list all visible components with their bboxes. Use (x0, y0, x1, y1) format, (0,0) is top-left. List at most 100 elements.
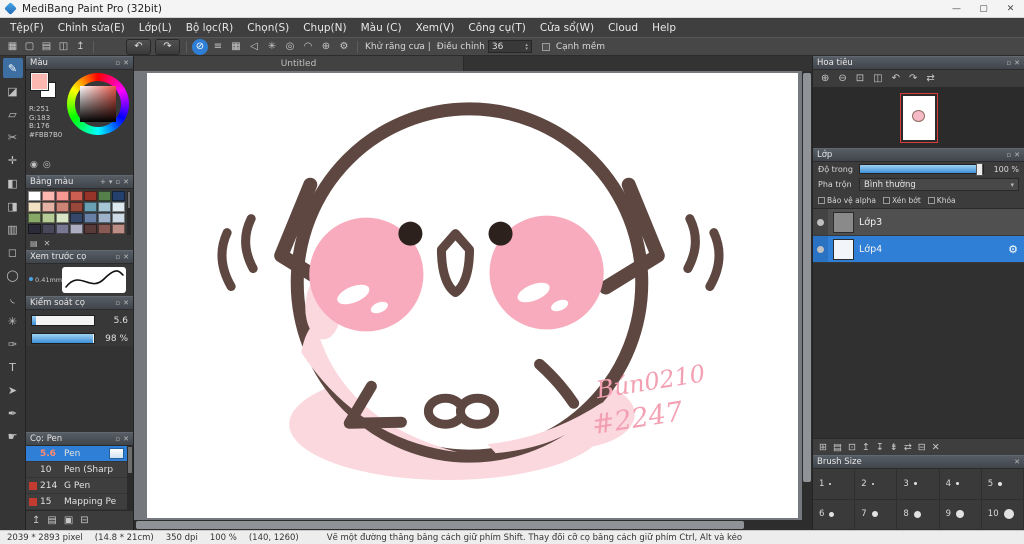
brush-item[interactable]: 5.6 Pen (26, 446, 127, 462)
layer-opacity-slider[interactable] (859, 163, 984, 176)
palette-swatch[interactable] (84, 213, 97, 223)
panel-close-icon2[interactable]: ✕ (123, 253, 129, 261)
panel-close-icon6[interactable]: ✕ (1014, 151, 1020, 159)
layer-option-checkbox[interactable]: Xén bớt (882, 196, 921, 205)
delete-layer-icon[interactable]: ✕ (932, 442, 940, 453)
layer-visibility-toggle[interactable] (813, 209, 828, 235)
duplicate-layer-icon[interactable]: ⊡ (848, 442, 856, 453)
gradient-tool[interactable]: ▥ (3, 219, 23, 239)
layer-visibility-toggle[interactable] (813, 236, 828, 262)
canvas-page[interactable]: Bún0210 #2247 (147, 73, 798, 518)
add-brush-icon[interactable]: ▤ (47, 515, 56, 526)
fill-rect-tool[interactable]: ◧ (3, 173, 23, 193)
panel-collapse-icon5[interactable]: ▫ (1006, 59, 1011, 67)
brush-list-scrollbar[interactable] (127, 446, 133, 510)
brush-item[interactable]: 15 Mapping Pe (26, 494, 127, 510)
layer-option-checkbox[interactable]: Khóa (927, 196, 956, 205)
brush-size-preset[interactable]: 3 (897, 469, 940, 500)
palette-scrollbar[interactable] (127, 191, 131, 235)
eraser-tool[interactable]: ◪ (3, 81, 23, 101)
snap-radial-icon[interactable]: ✳ (264, 39, 280, 55)
palette-swatch[interactable] (112, 202, 125, 212)
magic-wand-tool[interactable]: ✳ (3, 311, 23, 331)
text-tool[interactable]: T (3, 357, 23, 377)
brush-tool[interactable]: ✎ (2, 58, 23, 78)
spinner-icon[interactable]: ▴ ▾ (525, 42, 528, 51)
navigator-preview[interactable] (813, 87, 1024, 148)
brush-size-preset[interactable]: 1 (813, 469, 856, 500)
brush-folder-icon[interactable]: ▣ (64, 515, 73, 526)
palette-swatch[interactable] (98, 202, 111, 212)
palette-swatch[interactable] (42, 213, 55, 223)
panel-collapse-icon6[interactable]: ▫ (1006, 151, 1011, 159)
palette-swatch[interactable] (28, 213, 41, 223)
palette-swatch[interactable] (98, 213, 111, 223)
brush-size-preset[interactable]: 9 (939, 499, 982, 530)
canvas-tab[interactable]: Untitled (134, 56, 464, 71)
snap-circle-icon[interactable]: ◎ (282, 39, 298, 55)
saturation-value-square[interactable] (80, 86, 116, 122)
palette-swatch[interactable] (56, 202, 69, 212)
brush-opacity-slider[interactable] (31, 333, 95, 344)
menu-item[interactable]: Chọn(S) (240, 18, 296, 37)
lasso-tool[interactable]: ◟ (3, 288, 23, 308)
brush-size-slider[interactable] (31, 315, 95, 326)
eyedropper-tool[interactable]: ✒ (3, 403, 23, 423)
snap-curve-icon[interactable]: ◠ (300, 39, 316, 55)
flip-horizontal-icon[interactable]: ⇄ (926, 73, 934, 84)
panel-close-icon5[interactable]: ✕ (1014, 59, 1020, 67)
color-mode-hsv-icon[interactable]: ◎ (43, 160, 51, 170)
panel-close-icon7[interactable]: ✕ (1014, 458, 1020, 466)
panel-collapse-icon2[interactable]: ▫ (115, 253, 120, 261)
canvas-horizontal-scrollbar[interactable] (134, 520, 802, 530)
panel-close-icon[interactable]: ✕ (123, 59, 129, 67)
add-layer-icon[interactable]: ⊞ (819, 442, 827, 453)
menu-item[interactable]: Cửa sổ(W) (533, 18, 601, 37)
clear-layer-icon[interactable]: ⊟ (918, 442, 926, 453)
grid-view-icon[interactable]: ▦ (4, 39, 21, 54)
panel-close-icon4[interactable]: ✕ (123, 435, 129, 443)
brush-size-preset[interactable]: 7 (855, 499, 898, 530)
color-mode-rgb-icon[interactable]: ◉ (30, 160, 38, 170)
rotate-left-icon[interactable]: ↶ (892, 73, 900, 84)
brush-size-preset[interactable]: 2 (855, 469, 898, 500)
palette-swatch[interactable] (98, 191, 111, 201)
zoom-in-icon[interactable]: ⊕ (821, 73, 829, 84)
panel-close-icon3[interactable]: ✕ (123, 299, 129, 307)
menu-item[interactable]: Màu (C) (354, 18, 409, 37)
palette-swatch[interactable] (70, 224, 83, 234)
smudge-tool[interactable]: ▱ (3, 104, 23, 124)
menu-item[interactable]: Công cụ(T) (461, 18, 532, 37)
blend-mode-select[interactable]: Bình thường ▾ (859, 178, 1019, 191)
close-button[interactable]: ✕ (997, 0, 1024, 17)
panel-collapse-icon3[interactable]: ▫ (115, 299, 120, 307)
palette-swatch[interactable] (28, 202, 41, 212)
undo-button[interactable]: ↶ (126, 38, 151, 55)
palette-menu-icon[interactable]: ▾ (109, 178, 113, 186)
snap-settings-icon[interactable]: ⚙ (336, 39, 352, 55)
palette-swatch[interactable] (70, 213, 83, 223)
palette-swatch[interactable] (112, 191, 125, 201)
save-icon[interactable]: ◫ (55, 39, 72, 54)
palette-swatch[interactable] (28, 191, 41, 201)
upload-brush-icon[interactable]: ↥ (32, 515, 40, 526)
brush-size-preset[interactable]: 5 (981, 469, 1024, 500)
layer-option-checkbox[interactable]: Bảo vệ alpha (818, 196, 876, 205)
move-tool[interactable]: ✛ (3, 150, 23, 170)
redo-button[interactable]: ↷ (155, 38, 180, 55)
menu-item[interactable]: Tệp(F) (3, 18, 51, 37)
color-wheel[interactable] (67, 73, 129, 135)
palette-swatch[interactable] (84, 202, 97, 212)
menu-item[interactable]: Chỉnh sửa(E) (51, 18, 132, 37)
merge-layer-icon[interactable]: ⇟ (890, 442, 898, 453)
palette-swatch[interactable] (98, 224, 111, 234)
panel-collapse-icon[interactable]: ▫ (115, 59, 120, 67)
select-rect-tool[interactable]: ◻ (3, 242, 23, 262)
brush-item[interactable]: 214 G Pen (26, 478, 127, 494)
zoom-100-icon[interactable]: ◫ (873, 73, 882, 84)
palette-swatch[interactable] (42, 202, 55, 212)
snap-add-icon[interactable]: ⊕ (318, 39, 334, 55)
brush-item[interactable]: 10 Pen (Sharp (26, 462, 127, 478)
add-color-icon[interactable]: ▤ (30, 239, 38, 248)
snap-crosshatch-icon[interactable]: ▦ (228, 39, 244, 55)
